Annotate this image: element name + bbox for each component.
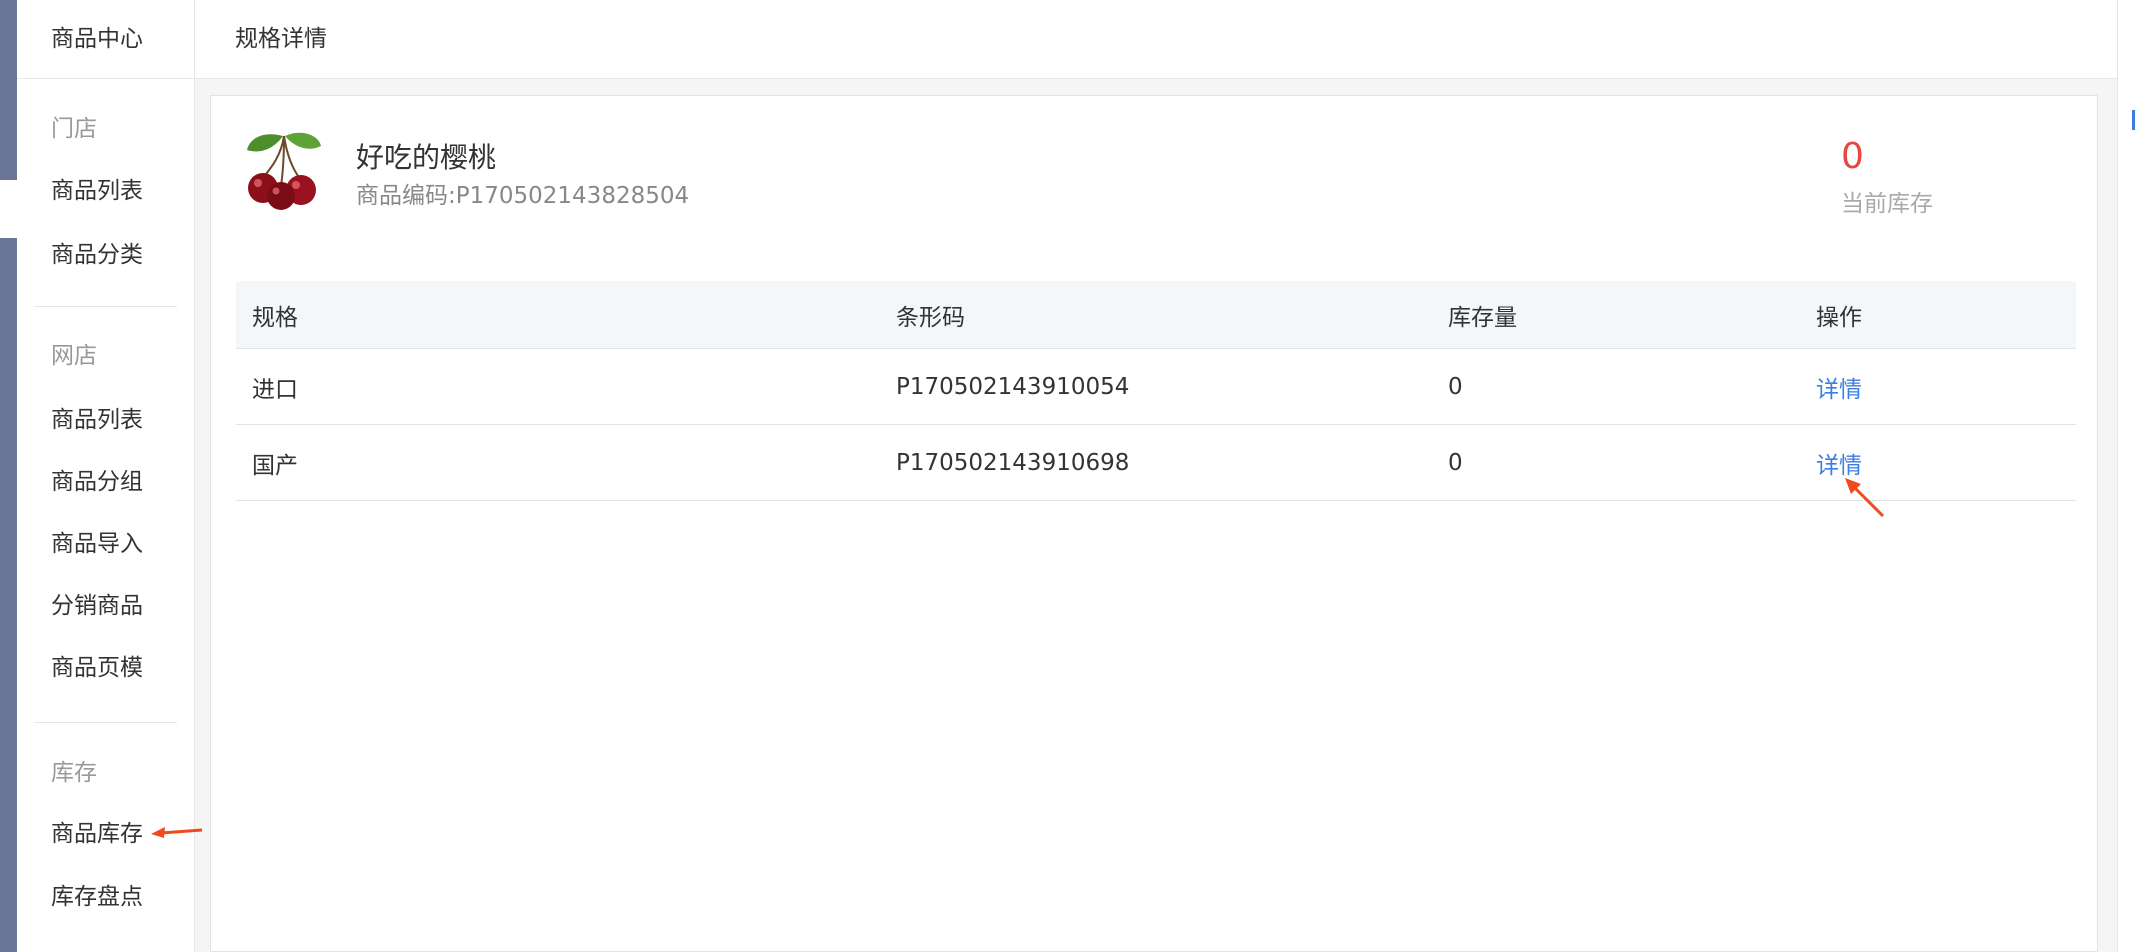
right-scroll-strip[interactable]: [2117, 0, 2144, 952]
sidebar-title: 商品中心: [17, 0, 194, 79]
product-code: 商品编码:P170502143828504: [356, 176, 689, 210]
current-stock-label: 当前库存: [1841, 191, 1933, 217]
product-code-label: 商品编码:: [356, 183, 456, 209]
app-nav-strip-active: [0, 180, 17, 238]
row-barcode: P170502143910698: [896, 449, 1130, 476]
column-header-spec: 规格: [252, 304, 298, 331]
row-detail-link[interactable]: 详情: [1816, 349, 1862, 424]
table-row: 国产 P170502143910698 0 详情: [236, 425, 2076, 501]
row-barcode: P170502143910054: [896, 373, 1130, 400]
table-row: 进口 P170502143910054 0 详情: [236, 349, 2076, 425]
annotation-arrow-icon: [151, 827, 203, 838]
sidebar-item-product-inventory[interactable]: 商品库存: [17, 818, 143, 850]
sidebar-item-inventory-check[interactable]: 库存盘点: [17, 881, 143, 913]
sidebar-divider: [34, 722, 177, 723]
table-header: 规格 条形码 库存量 操作: [236, 281, 2076, 349]
sidebar-item-distribution-product[interactable]: 分销商品: [17, 590, 143, 622]
sidebar-item-product-import[interactable]: 商品导入: [17, 528, 143, 560]
row-spec: 国产: [252, 452, 298, 479]
sidebar-item-cutoff[interactable]: [17, 936, 51, 952]
sidebar-item-product-group[interactable]: 商品分组: [17, 466, 143, 498]
current-stock-value: 0: [1841, 136, 1864, 177]
sidebar-group-store: 门店: [51, 116, 97, 142]
column-header-action: 操作: [1816, 304, 1862, 331]
product-code-value: P170502143828504: [455, 183, 690, 209]
app-nav-strip: [0, 0, 17, 952]
column-header-stock: 库存量: [1448, 304, 1517, 331]
spec-table: 规格 条形码 库存量 操作 进口 P170502143910054 0 详情 国…: [236, 281, 2076, 501]
sidebar-item-product-page-template[interactable]: 商品页模: [17, 652, 143, 684]
sidebar-group-inventory: 库存: [51, 760, 97, 786]
column-header-barcode: 条形码: [896, 304, 965, 331]
annotation-arrow-icon: [1845, 478, 1885, 518]
cherry-icon: [247, 132, 321, 210]
sidebar-item-store-product-list[interactable]: 商品列表: [17, 175, 143, 207]
row-stock: 0: [1448, 373, 1463, 400]
product-name: 好吃的樱桃: [356, 141, 497, 174]
scroll-indicator: [2132, 110, 2135, 130]
row-stock: 0: [1448, 449, 1463, 476]
sidebar-divider: [34, 306, 177, 307]
sidebar: 商品中心 门店 商品列表 商品分类 网店 商品列表 商品分组 商品导入 分销商品…: [17, 0, 203, 952]
page-title: 规格详情: [235, 26, 327, 52]
sidebar-item-online-product-list[interactable]: 商品列表: [17, 404, 143, 436]
sidebar-group-online: 网店: [51, 343, 97, 369]
breadcrumb-bar: 规格详情: [195, 0, 2117, 79]
row-spec: 进口: [252, 376, 298, 403]
spec-detail-panel: 好吃的樱桃 商品编码:P170502143828504 0 当前库存 规格 条形…: [210, 95, 2098, 952]
sidebar-item-store-product-category[interactable]: 商品分类: [17, 239, 143, 271]
